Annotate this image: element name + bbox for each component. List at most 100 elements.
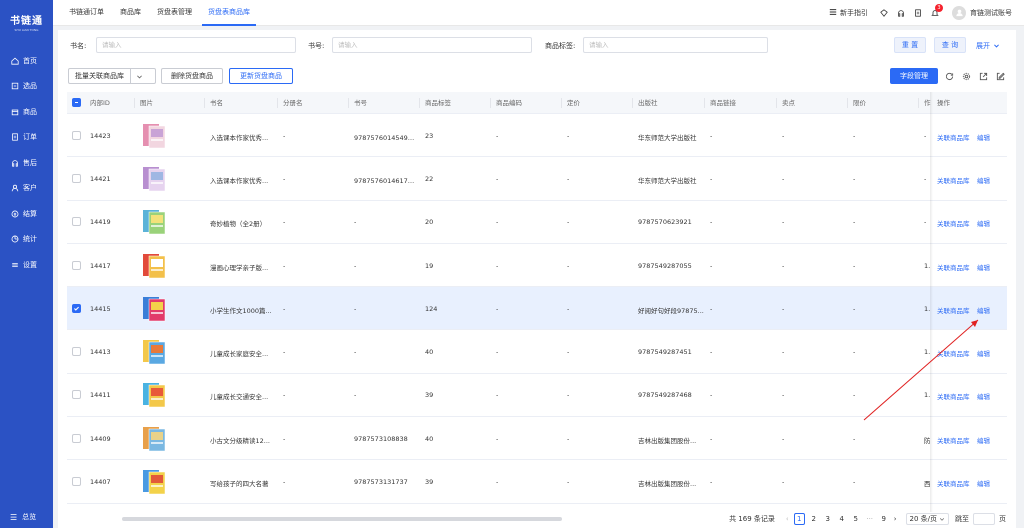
table-row[interactable]: 14413儿童成长家庭安全...--40--9787549287451---15… [67,330,1007,374]
sidebar-item-3[interactable]: 订单 [0,125,53,151]
page-3[interactable]: 3 [823,513,833,525]
batch-link-button[interactable]: 批量关联商品库 [69,69,131,83]
tab-goods-library[interactable]: 商品库 [114,0,147,26]
select-all-checkbox[interactable] [72,98,81,107]
batch-link-split-button[interactable]: 批量关联商品库 [68,68,156,84]
field-management-button[interactable]: 字段管理 [890,68,938,84]
book-cover-image[interactable] [140,165,168,193]
tab-pallet-management[interactable]: 货盘表管理 [151,0,198,26]
link-goods-library-link[interactable]: 关联商品库 [937,435,970,445]
book-name-input[interactable]: 请输入 [96,37,296,53]
table-row[interactable]: 14411儿童成长交通安全...--39--9787549287468---15… [67,373,1007,418]
page-5[interactable]: 5 [851,513,861,525]
book-cover-image[interactable] [140,338,168,366]
sidebar-item-6[interactable]: 结算 [0,201,53,227]
chevron-down-icon[interactable] [131,69,147,83]
link-goods-library-link[interactable]: 关联商品库 [937,305,970,315]
edit-link[interactable]: 编辑 [977,132,990,142]
edit-link[interactable]: 编辑 [977,478,990,488]
book-cover-image[interactable] [140,208,168,236]
export-icon[interactable] [978,71,988,81]
sidebar-item-1[interactable]: 选品 [0,74,53,100]
link-goods-library-link[interactable]: 关联商品库 [937,218,970,228]
book-cover-image[interactable] [140,468,168,496]
edit-link[interactable]: 编辑 [977,218,990,228]
table-row[interactable]: 14421 入选课本作家优秀... - 9787576014617汪... 22 - - 华东… [67,157,1007,201]
link-goods-library-link[interactable]: 关联商品库 [937,132,970,142]
update-pallet-goods-button[interactable]: 更新货盘商品 [229,68,293,84]
link-goods-library-link[interactable]: 关联商品库 [937,262,970,272]
page-1[interactable]: 1 [793,513,805,525]
edit-icon[interactable] [995,71,1005,81]
document-icon[interactable] [912,7,924,19]
refresh-icon[interactable] [944,71,954,81]
link-goods-library-link[interactable]: 关联商品库 [937,478,970,488]
sidebar-item-4[interactable]: 售后 [0,150,53,176]
book-cover-image[interactable] [140,425,168,453]
page-ellipsis[interactable]: ··· [865,513,875,525]
tab-pallet-goods-library[interactable]: 货盘表商品库 [202,0,256,26]
edit-link[interactable]: 编辑 [977,175,990,185]
tab-orders[interactable]: 书链通订单 [63,0,110,26]
cell-name: 入选课本作家优秀... [210,176,269,185]
page-9[interactable]: 9 [879,513,889,525]
page-4[interactable]: 4 [837,513,847,525]
row-checkbox[interactable] [72,303,81,313]
headset-icon[interactable] [895,7,907,19]
row-checkbox[interactable] [72,130,81,140]
sidebar-footer-overview[interactable]: ☰ 总览 [10,512,36,522]
row-checkbox[interactable] [72,217,81,227]
link-goods-library-link[interactable]: 关联商品库 [937,175,970,185]
sidebar-item-0[interactable]: 首页 [0,48,53,74]
table-row[interactable]: 14409 小古文分级精读12... - 9787573108838 40 - - 吉林出版集… [67,417,1007,461]
link-goods-library-link[interactable]: 关联商品库 [937,348,970,358]
isbn-input[interactable]: 请输入 [332,37,532,53]
table-row[interactable]: 14423 入选课本作家优秀... - 9787576014549朱... 23 - - 华东… [67,114,1007,158]
link-goods-library-link[interactable]: 关联商品库 [937,391,970,401]
avatar[interactable] [952,5,966,20]
table-row[interactable]: 14407 写给孩子的四大名著 - 9787573131737 39 - - 吉林出版集团股份… [67,460,1007,504]
edit-link[interactable]: 编辑 [977,348,990,358]
cell-isbn: - [354,391,357,400]
horizontal-scrollbar[interactable] [122,517,562,521]
tag-input[interactable]: 请输入 [583,37,768,53]
page-2[interactable]: 2 [809,513,819,525]
diamond-icon[interactable] [878,7,890,19]
username[interactable]: 育链测试账号 [970,8,1012,18]
page-size-select[interactable]: 20 条/页 [905,513,949,525]
book-cover-image[interactable] [140,295,168,323]
jump-page-input[interactable] [973,513,995,525]
bell-icon[interactable]: 3 [929,3,943,19]
cell-publisher: 9787549287451 [638,348,692,357]
guide-link[interactable]: 新手指引 [829,8,868,18]
query-button[interactable]: 查 询 [934,37,966,53]
row-checkbox[interactable] [72,477,81,487]
expand-toggle[interactable]: 展开 [976,41,1000,51]
sidebar-item-7[interactable]: 统计 [0,227,53,253]
logo[interactable]: 书链通 SHU LIAN TONG [0,0,53,44]
row-checkbox[interactable] [72,260,81,270]
reset-button[interactable]: 重 置 [894,37,926,53]
delete-pallet-goods-button[interactable]: 删除货盘商品 [161,68,223,84]
sidebar-item-2[interactable]: 商品 [0,99,53,125]
next-page-icon[interactable]: › [894,515,897,523]
edit-link[interactable]: 编辑 [977,435,990,445]
row-checkbox[interactable] [72,347,81,357]
book-cover-image[interactable] [140,381,168,409]
table-row[interactable]: 14417漫画心理学亲子版...--19--9787549287055---16… [67,243,1007,288]
table-row[interactable]: 14419 奇妙植物（全2册） - - 20 - - 9787570623921 - - - - 关联商… [67,200,1007,244]
sidebar-item-5[interactable]: 客户 [0,176,53,202]
prev-page-icon[interactable]: ‹ [786,515,789,523]
cell-code: - [496,131,499,140]
sidebar-item-8[interactable]: 设置 [0,252,53,278]
table-row[interactable]: 14415 小学生作文1000篇... - -124- - 好阅好句好段97875... -… [67,287,1007,331]
gear-icon[interactable] [961,71,971,81]
row-checkbox[interactable] [72,433,81,443]
edit-link[interactable]: 编辑 [977,391,990,401]
row-checkbox[interactable] [72,173,81,183]
edit-link[interactable]: 编辑 [977,262,990,272]
book-cover-image[interactable] [140,252,168,280]
row-checkbox[interactable] [72,390,81,400]
edit-link[interactable]: 编辑 [977,305,990,315]
book-cover-image[interactable] [140,122,168,150]
